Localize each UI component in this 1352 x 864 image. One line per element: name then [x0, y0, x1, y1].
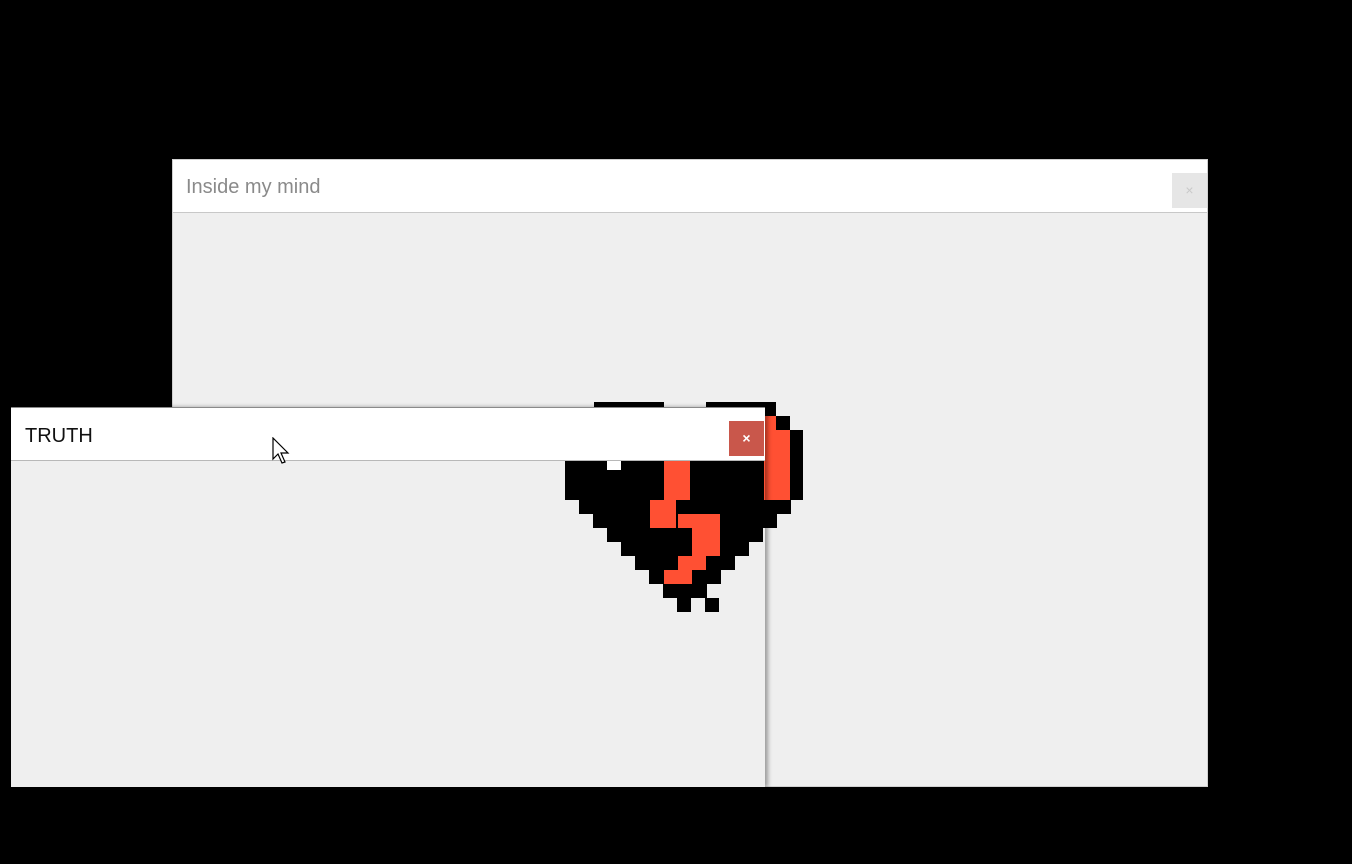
window-title: Inside my mind [186, 176, 321, 198]
close-button[interactable]: × [729, 421, 764, 456]
mouse-pointer-icon [272, 437, 290, 464]
broken-pixel-heart-icon [565, 461, 765, 612]
inside-my-mind-titlebar[interactable]: Inside my mind × [173, 160, 1207, 213]
window-title: TRUTH [25, 425, 93, 447]
truth-titlebar[interactable]: TRUTH × [11, 407, 765, 461]
truth-window-body [11, 461, 765, 787]
close-button[interactable]: × [1172, 173, 1207, 208]
truth-window: TRUTH × [11, 407, 765, 787]
